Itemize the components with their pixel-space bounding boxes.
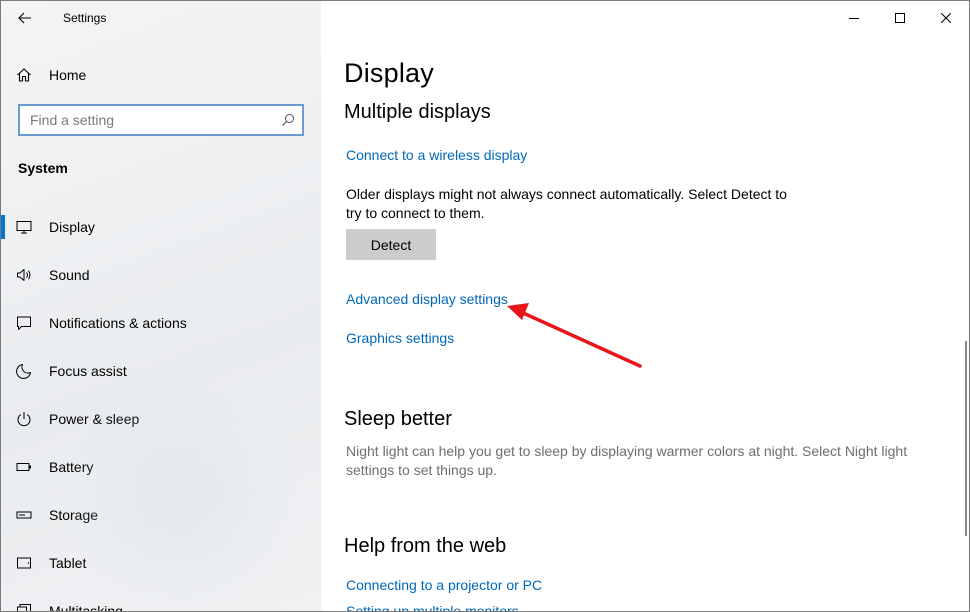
help-link-multiple-monitors[interactable]: Setting up multiple monitors — [346, 603, 519, 611]
sidebar-item-multitasking[interactable]: Multitasking — [1, 587, 321, 611]
heading-help-from-web: Help from the web — [344, 535, 507, 557]
power-icon — [1, 411, 48, 427]
night-light-description: Night light can help you get to sleep by… — [346, 443, 908, 478]
sidebar-item-home[interactable]: Home — [1, 57, 321, 93]
sidebar-item-sound[interactable]: Sound — [1, 251, 321, 299]
scrollbar-thumb[interactable] — [965, 341, 967, 536]
sidebar: Settings Home System — [1, 1, 321, 611]
monitor-icon — [1, 219, 48, 235]
window-controls — [831, 1, 969, 35]
heading-sleep-better: Sleep better — [344, 408, 452, 430]
tablet-icon — [1, 555, 48, 571]
app-title: Settings — [63, 11, 107, 25]
graphics-settings-link[interactable]: Graphics settings — [346, 330, 454, 346]
page-title: Display — [344, 58, 434, 88]
sidebar-item-focus-assist[interactable]: Focus assist — [1, 347, 321, 395]
sidebar-item-tablet[interactable]: Tablet — [1, 539, 321, 587]
search-box — [18, 104, 304, 136]
minimize-icon — [849, 18, 859, 19]
sidebar-item-notifications[interactable]: Notifications & actions — [1, 299, 321, 347]
detect-button[interactable]: Detect — [346, 229, 436, 260]
multitasking-icon — [1, 603, 48, 611]
sidebar-item-label: Sound — [49, 267, 90, 283]
sidebar-item-label: Multitasking — [49, 603, 123, 611]
sidebar-item-display[interactable]: Display — [1, 203, 321, 251]
sidebar-item-power-sleep[interactable]: Power & sleep — [1, 395, 321, 443]
sidebar-item-label: Tablet — [49, 555, 87, 571]
close-button[interactable] — [923, 1, 969, 35]
back-arrow-icon — [18, 12, 31, 24]
sidebar-nav-list: Display Sound Notifications & actions Fo… — [1, 203, 321, 611]
detect-description: Older displays might not always connect … — [346, 186, 787, 221]
title-bar: Settings — [1, 1, 321, 35]
search-icon[interactable] — [275, 113, 302, 127]
content-pane: Display Multiple displays Connect to a w… — [321, 1, 969, 611]
sidebar-item-label: Focus assist — [49, 363, 127, 379]
sidebar-item-label: Notifications & actions — [49, 315, 187, 331]
sidebar-item-label: Power & sleep — [49, 411, 140, 427]
search-input[interactable] — [20, 107, 275, 133]
sidebar-item-label: Storage — [49, 507, 99, 523]
maximize-icon — [895, 13, 905, 23]
advanced-display-settings-link[interactable]: Advanced display settings — [346, 291, 508, 307]
battery-icon — [1, 459, 48, 475]
speaker-icon — [1, 267, 48, 283]
settings-window: Settings Home System — [0, 0, 970, 612]
annotation-arrow-head — [507, 303, 529, 320]
home-icon — [1, 67, 48, 83]
section-label-system: System — [18, 160, 68, 176]
help-link-projector[interactable]: Connecting to a projector or PC — [346, 577, 542, 593]
notification-icon — [1, 315, 48, 331]
maximize-button[interactable] — [877, 1, 923, 35]
storage-icon — [1, 507, 48, 523]
minimize-button[interactable] — [831, 1, 877, 35]
annotation-arrow-shaft — [519, 310, 642, 368]
back-button[interactable] — [1, 1, 49, 35]
moon-icon — [1, 363, 48, 379]
sidebar-item-storage[interactable]: Storage — [1, 491, 321, 539]
sidebar-item-battery[interactable]: Battery — [1, 443, 321, 491]
connect-wireless-display-link[interactable]: Connect to a wireless display — [346, 147, 527, 163]
sidebar-item-label: Battery — [49, 459, 94, 475]
close-icon — [941, 13, 951, 23]
heading-multiple-displays: Multiple displays — [344, 101, 491, 123]
home-label: Home — [49, 67, 87, 83]
sidebar-item-label: Display — [49, 219, 95, 235]
